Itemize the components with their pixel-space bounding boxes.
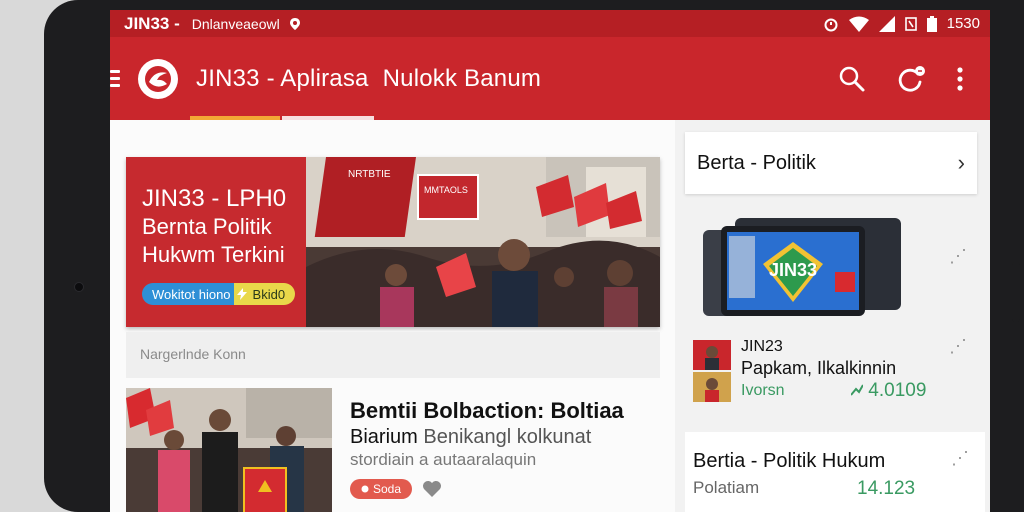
wifi-icon <box>848 16 869 32</box>
news-card-title: Papkam, Ilkalkinnin <box>741 358 897 378</box>
hero-cta-label: Wokitot hiono <box>152 286 231 302</box>
signal-icon <box>878 15 895 32</box>
news-card-tag: Ivorsn <box>741 382 785 399</box>
app-title-main: JIN33 - Aplirasa <box>196 64 369 92</box>
alarm-icon <box>824 18 838 31</box>
more-icon[interactable]: ⋰ <box>949 336 967 357</box>
sidebar-card-politik[interactable]: Bertia - Politik Hukum Polatiam 14.123 ⋰ <box>685 432 985 512</box>
chevron-right-icon[interactable]: › <box>958 150 965 176</box>
location-icon <box>289 17 300 30</box>
more-vert-icon[interactable] <box>956 65 964 93</box>
camera-icon <box>74 282 84 292</box>
hero-line-3: Hukwm Terkini <box>142 242 285 267</box>
hero-headline: JIN33 - LPH0 Bernta Politik Hukwm Terkin… <box>142 185 286 269</box>
more-icon[interactable]: ⋰ <box>949 246 967 267</box>
hero-caption: Nargerlnde Konn <box>126 332 660 378</box>
politik-card-count: 14.123 <box>857 478 916 499</box>
sidebar-card-featured[interactable]: JIN33 ⋰ <box>685 208 977 318</box>
sidebar-header[interactable]: Berta - Politik › <box>685 132 977 194</box>
hero-line-1: JIN33 - LPH0 <box>142 185 287 212</box>
article-subtitle: Biarium Benikangl kolkunat <box>350 424 591 450</box>
bolt-icon <box>236 288 247 300</box>
politik-card-subtitle: Polatiam <box>693 478 760 497</box>
hero-line-2: Bernta Politik <box>142 214 272 239</box>
sidebar-card-news[interactable]: JIN23 Papkam, Ilkalkinnin Ivorsn 4.0109 … <box>685 332 977 416</box>
hero-banner[interactable]: NRTBTIE MMTAOLS JIN33 - LPH0 Bernta Poli… <box>126 157 660 327</box>
dot-icon <box>361 485 369 493</box>
device-side-button <box>1012 262 1020 322</box>
flag-text-1: NRTBTIE <box>348 169 391 180</box>
article-subtitle-bold: Biarium <box>350 426 418 448</box>
battery-icon <box>926 15 937 32</box>
sidebar: Berta - Politik › JIN33 ⋰ JIN23 Papkam, … <box>677 120 990 512</box>
status-bar: JIN33 - Dnlanveaeowl 1530 <box>110 10 990 37</box>
article-meta: stordiain a autaaralaquin <box>350 450 537 469</box>
more-icon[interactable]: ⋰ <box>951 448 969 469</box>
news-card-source: JIN23 <box>741 338 783 355</box>
app-bar: JIN33 - Aplirasa Nulokk Banum <box>110 37 990 120</box>
flag-text-2: MMTAOLS <box>424 185 468 195</box>
article-badge-label: Soda <box>372 482 402 496</box>
article-subtitle-muted: Benikangl kolkunat <box>423 426 592 448</box>
news-thumbnails <box>693 340 731 402</box>
politik-card-title: Bertia - Politik Hukum <box>693 450 886 472</box>
status-title: JIN33 - <box>124 13 180 33</box>
hero-cta-suffix: Bkid0 <box>252 286 286 302</box>
refresh-icon[interactable] <box>896 64 926 94</box>
rally-photo: NRTBTIE MMTAOLS <box>306 157 660 327</box>
hero-cta-button[interactable]: Wokitot hiono Bkid0 <box>142 283 296 305</box>
article-card[interactable]: Bemtii Bolbaction: Boltiaa Biarium Benik… <box>126 388 660 512</box>
news-card-count-value: 4.0109 <box>868 380 927 401</box>
nfc-icon <box>904 16 917 31</box>
sidebar-header-label: Berta - Politik <box>697 151 816 174</box>
app-title-secondary: Nulokk Banum <box>382 64 542 92</box>
trend-icon <box>850 384 864 396</box>
status-time: 1530 <box>946 15 980 32</box>
tablet-mockup-image: JIN33 <box>703 218 901 316</box>
tablet-logo-text: JIN33 <box>769 260 817 280</box>
app-logo[interactable] <box>138 58 178 99</box>
heart-icon[interactable] <box>422 479 442 499</box>
app-title: JIN33 - Aplirasa Nulokk Banum <box>196 65 541 93</box>
search-icon[interactable] <box>838 65 866 93</box>
article-title: Bemtii Bolbaction: Boltiaa <box>350 398 624 423</box>
logo-swirl-icon <box>145 65 171 92</box>
main-feed: NRTBTIE MMTAOLS JIN33 - LPH0 Bernta Poli… <box>110 120 675 512</box>
status-subtitle: Dnlanveaeowl <box>191 15 280 32</box>
menu-icon[interactable] <box>110 70 124 87</box>
article-badge[interactable]: Soda <box>350 479 412 499</box>
app-screen: JIN33 - Dnlanveaeowl 1530 JIN33 - Aplira… <box>110 10 990 512</box>
article-photo <box>126 388 332 512</box>
news-card-count: 4.0109 <box>850 380 927 402</box>
